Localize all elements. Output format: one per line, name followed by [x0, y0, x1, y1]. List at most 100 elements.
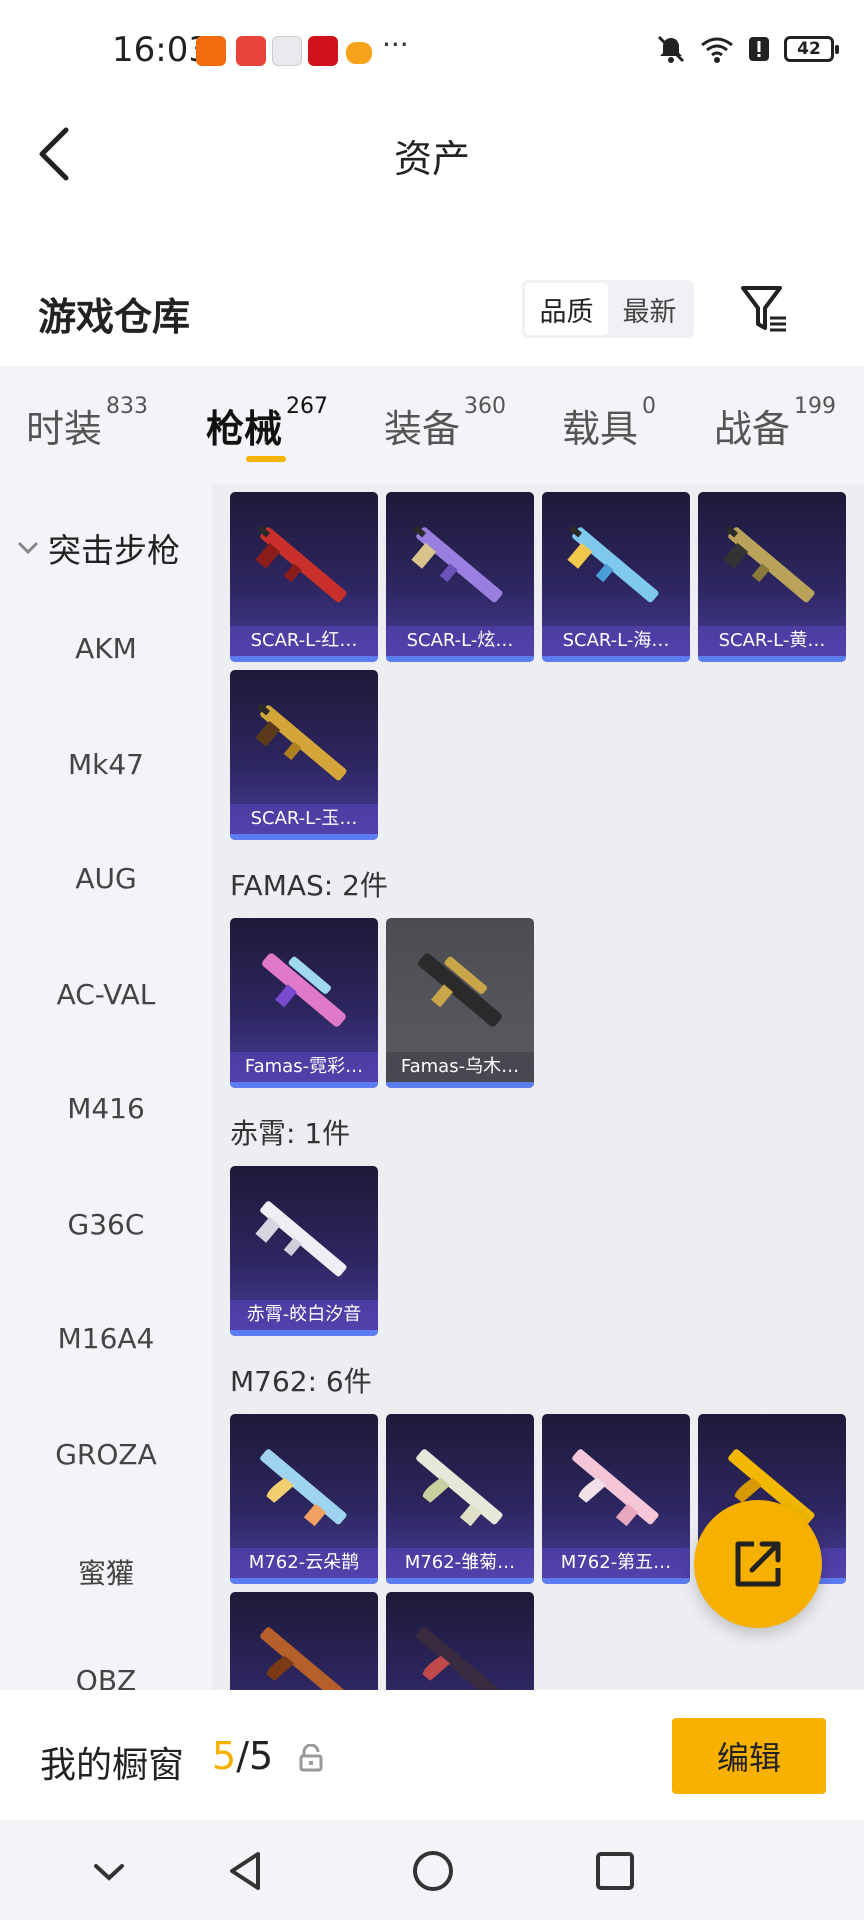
share-fab[interactable] [694, 1500, 822, 1628]
edit-button[interactable]: 编辑 [672, 1718, 826, 1794]
weapon-name: M762-雏菊… [386, 1548, 534, 1578]
tab-count: 360 [464, 394, 507, 419]
red-app-icon [308, 36, 338, 66]
sidebar-item-g36c[interactable]: G36C [0, 1208, 212, 1241]
sidebar-category-label: 突击步枪 [48, 531, 180, 570]
rifle-icon [260, 1627, 347, 1690]
tab-count: 267 [286, 394, 329, 419]
tab-label: 枪械 [206, 407, 283, 451]
tab-label: 装备 [384, 407, 461, 451]
mute-icon [657, 35, 685, 63]
weapon-name: Famas-霓彩… [230, 1052, 378, 1082]
lock-icon [299, 1744, 323, 1772]
sidebar-item-m416[interactable]: M416 [0, 1092, 212, 1125]
sidebar-item-honey-badger[interactable]: 蜜獾 [0, 1552, 212, 1592]
tab-count: 833 [106, 394, 149, 419]
status-icons: 42 [656, 34, 839, 64]
showcase-total: /5 [236, 1734, 274, 1778]
sort-quality-option[interactable]: 品质 [525, 283, 608, 335]
sidebar-item-akm[interactable]: AKM [0, 632, 212, 665]
weapon-card[interactable]: Famas-霓彩… [230, 918, 378, 1088]
sort-toggle[interactable]: 品质 最新 [522, 280, 694, 338]
filter-icon[interactable] [740, 284, 788, 334]
weapon-card[interactable]: SCAR-L-海… [542, 492, 690, 662]
rarity-bar [230, 834, 378, 840]
chevron-down-icon [17, 541, 39, 555]
huawei-mall-app-icon [236, 36, 266, 66]
more-notifications-icon: ··· [382, 28, 409, 61]
tab-equipment[interactable]: 装备360 [384, 394, 506, 453]
tab-label: 时装 [26, 407, 103, 451]
rarity-bar [230, 1330, 378, 1336]
rarity-bar [386, 656, 534, 662]
weapon-card[interactable]: 赤霄-皎白汐音 [230, 1166, 378, 1336]
sidebar-item-m16a4[interactable]: M16A4 [0, 1322, 212, 1355]
group-title-famas: FAMAS: 2件 [230, 869, 388, 902]
rarity-bar [542, 656, 690, 662]
weapon-card[interactable]: SCAR-L-炫… [386, 492, 534, 662]
game-app-icon [346, 42, 372, 64]
weapon-card[interactable]: SCAR-L-黄… [698, 492, 846, 662]
battery-icon: 42 [784, 36, 839, 62]
rarity-bar [230, 1578, 378, 1584]
nav-back-icon[interactable] [222, 1846, 272, 1896]
nav-recents-icon[interactable] [590, 1846, 640, 1896]
weapon-card[interactable]: M762-雏菊… [386, 1414, 534, 1584]
weapon-card[interactable]: Famas-乌木… [386, 918, 534, 1088]
tab-label: 载具 [562, 407, 639, 451]
sidebar-item-qbz[interactable]: QBZ [0, 1664, 212, 1690]
weapon-name: SCAR-L-红… [230, 626, 378, 656]
active-tab-indicator [246, 456, 286, 462]
weapon-name: SCAR-L-玉… [230, 804, 378, 834]
alert-icon [749, 37, 769, 61]
rifle-icon [262, 953, 346, 1027]
rifle-icon [255, 703, 347, 781]
rifle-icon [411, 525, 503, 603]
weapon-card[interactable] [386, 1592, 534, 1690]
weapon-card[interactable]: M762-第五… [542, 1414, 690, 1584]
weapon-name: M762-云朵鹊 [230, 1548, 378, 1578]
weapon-card[interactable]: SCAR-L-红… [230, 492, 378, 662]
tab-supplies[interactable]: 战备199 [714, 394, 836, 453]
chevron-down-icon[interactable] [84, 1846, 134, 1896]
tab-count: 199 [794, 394, 837, 419]
share-out-icon [735, 1541, 781, 1587]
weapon-sidebar: AKM Mk47 AUG AC-VAL M416 G36C M16A4 GROZ… [0, 484, 212, 1690]
rifle-icon [416, 1627, 503, 1690]
weapon-card[interactable] [230, 1592, 378, 1690]
sidebar-item-mk47[interactable]: Mk47 [0, 748, 212, 781]
rarity-bar [386, 1082, 534, 1088]
tab-firearms[interactable]: 枪械267 [206, 394, 328, 453]
tab-count: 0 [642, 394, 657, 419]
tab-vehicles[interactable]: 载具0 [562, 394, 656, 453]
sidebar-category[interactable]: 突击步枪 [16, 524, 180, 572]
rifle-icon [260, 1449, 347, 1527]
tab-fashion[interactable]: 时装833 [26, 394, 148, 453]
rarity-bar [230, 1082, 378, 1088]
rifle-icon [567, 525, 659, 603]
taobao-app-icon [196, 36, 226, 66]
group-title-chixiao: 赤霄: 1件 [230, 1117, 351, 1150]
sidebar-item-groza[interactable]: GROZA [0, 1438, 212, 1471]
wifi-icon [701, 37, 733, 63]
tab-label: 战备 [714, 407, 791, 451]
rarity-bar [386, 1578, 534, 1584]
rifle-icon [255, 525, 347, 603]
nav-home-icon[interactable] [408, 1846, 458, 1896]
weapon-name: SCAR-L-海… [542, 626, 690, 656]
weapon-name: 赤霄-皎白汐音 [230, 1300, 378, 1330]
rifle-icon [572, 1449, 659, 1527]
rifle-icon [255, 1201, 347, 1277]
showcase-count: 5/5 [212, 1734, 273, 1778]
group-title-m762: M762: 6件 [230, 1365, 372, 1398]
sort-newest-option[interactable]: 最新 [608, 283, 691, 335]
weapon-name: M762-第五… [542, 1548, 690, 1578]
rarity-bar [230, 656, 378, 662]
rifle-icon [418, 953, 502, 1027]
sidebar-item-aug[interactable]: AUG [0, 862, 212, 895]
page-title: 资产 [393, 137, 470, 181]
sidebar-item-ac-val[interactable]: AC-VAL [0, 978, 212, 1011]
showcase-current: 5 [212, 1734, 237, 1778]
weapon-card[interactable]: M762-云朵鹊 [230, 1414, 378, 1584]
weapon-card[interactable]: SCAR-L-玉… [230, 670, 378, 840]
